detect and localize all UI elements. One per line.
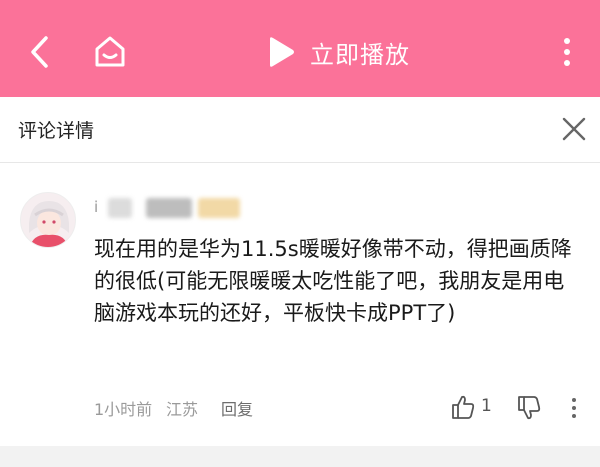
like-count: 1 xyxy=(481,396,492,416)
username-redacted-block xyxy=(146,198,192,218)
back-icon xyxy=(31,36,48,68)
dislike-button[interactable] xyxy=(517,395,541,421)
avatar[interactable] xyxy=(20,192,76,248)
close-icon xyxy=(562,117,586,141)
comment-location: 江苏 xyxy=(166,400,199,419)
username[interactable]: i xyxy=(94,198,98,216)
close-button[interactable] xyxy=(558,113,590,145)
more-vertical-icon xyxy=(564,38,570,66)
play-now-label: 立即播放 xyxy=(310,40,410,69)
play-now-button[interactable]: 立即播放 xyxy=(266,30,410,74)
thumbs-up-icon xyxy=(452,395,475,419)
home-icon xyxy=(95,36,125,67)
play-icon xyxy=(270,37,294,67)
like-button[interactable] xyxy=(451,394,475,420)
bottom-divider xyxy=(0,446,600,467)
thumbs-down-icon xyxy=(518,396,541,420)
more-options-button[interactable] xyxy=(552,30,582,74)
comment-detail-header: 评论详情 xyxy=(0,97,600,163)
comment-text: 现在用的是华为11.5s暖暖好像带不动，得把画质降的很低(可能无限暖暖太吃性能了… xyxy=(94,237,572,325)
username-redacted-block xyxy=(108,198,132,218)
user-level-badge xyxy=(198,198,240,218)
comment-time: 1小时前 xyxy=(94,400,153,419)
back-button[interactable] xyxy=(20,32,60,72)
avatar-illustration-icon xyxy=(21,193,75,247)
more-vertical-icon xyxy=(572,398,576,418)
reply-button[interactable]: 回复 xyxy=(221,396,253,420)
top-bar: 立即播放 xyxy=(0,0,600,97)
comment-more-button[interactable] xyxy=(566,395,582,421)
home-button[interactable] xyxy=(88,30,132,74)
page-title: 评论详情 xyxy=(18,120,95,142)
